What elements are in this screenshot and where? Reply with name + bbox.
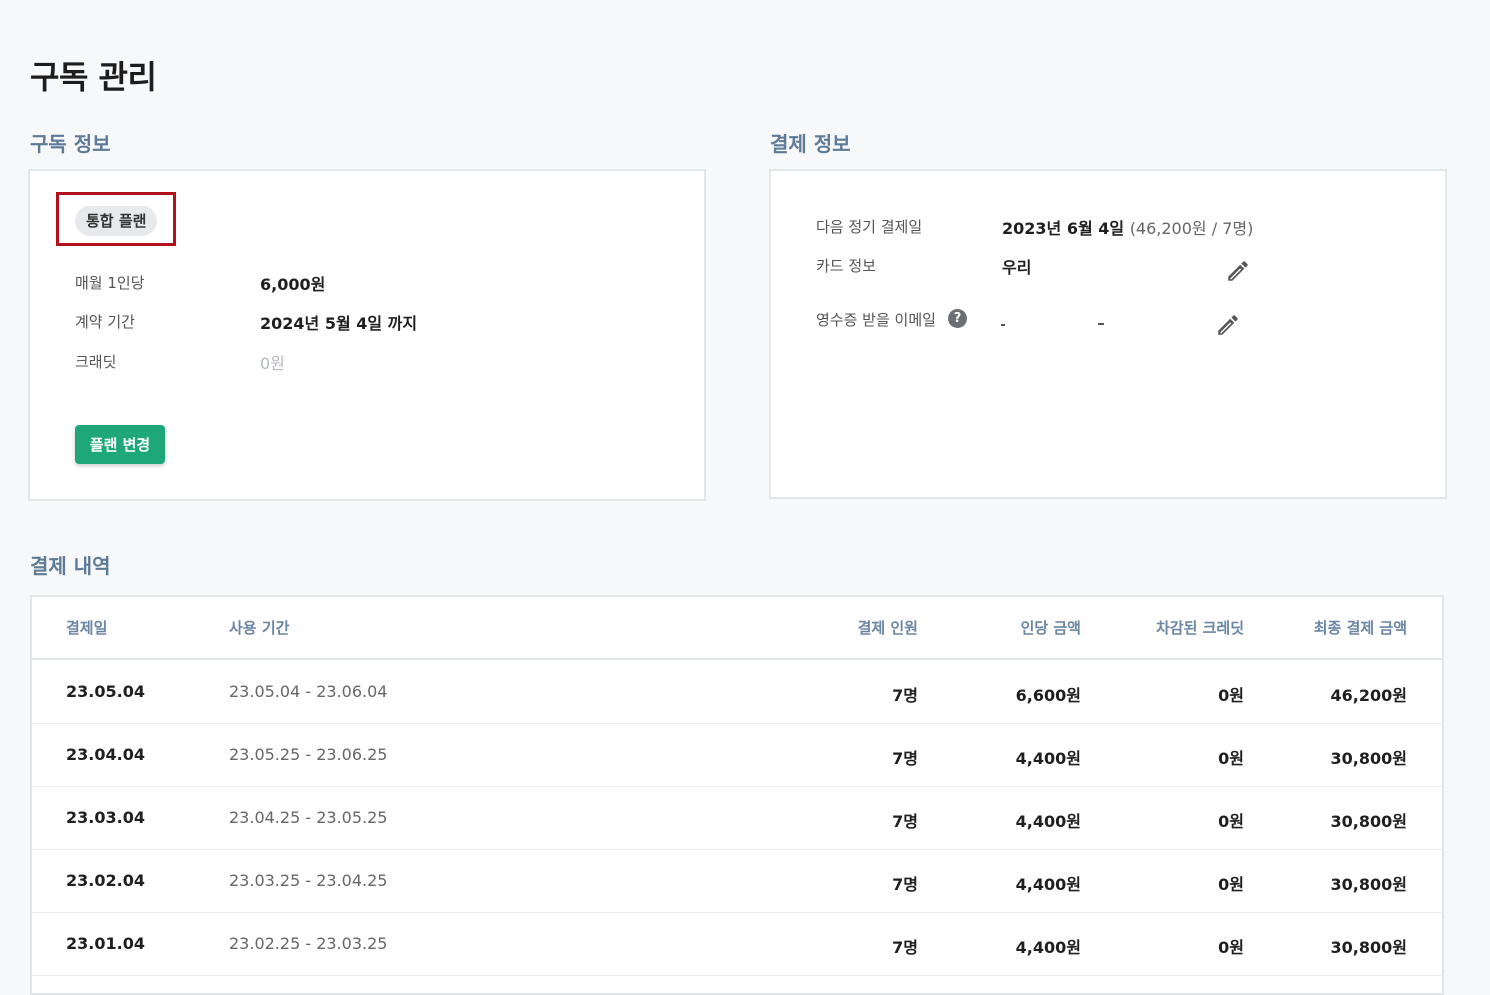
row-usage-period: 23.05.25 - 23.06.25 (229, 745, 388, 764)
contract-period-value: 2024년 5월 4일 까지 (260, 314, 418, 333)
row-headcount: 7명 (892, 812, 918, 831)
row-deducted-credit: 0원 (1218, 938, 1244, 957)
page-title: 구독 관리 (30, 58, 157, 96)
row-usage-period: 23.02.25 - 23.03.25 (229, 934, 388, 953)
credit-label: 크래딧 (75, 353, 117, 371)
history-section-title: 결제 내역 (30, 554, 111, 578)
row-headcount: 7명 (892, 875, 918, 894)
next-payment-label: 다음 정기 결제일 (816, 218, 923, 236)
row-usage-period: 23.03.25 - 23.04.25 (229, 871, 388, 890)
row-headcount: 7명 (892, 686, 918, 705)
row-payment-date: 23.05.04 (66, 682, 145, 701)
help-icon[interactable]: ? (948, 309, 967, 328)
monthly-per-person-label: 매월 1인당 (75, 274, 145, 292)
column-header-headcount: 결제 인원 (857, 619, 918, 637)
row-per-person-amount: 4,400원 (1015, 938, 1081, 957)
plan-badge: 통합 플랜 (75, 206, 158, 236)
row-headcount: 7명 (892, 938, 918, 957)
row-deducted-credit: 0원 (1218, 875, 1244, 894)
row-divider (32, 786, 1442, 787)
row-final-amount: 30,800원 (1330, 812, 1407, 831)
column-header-per-person-amount: 인당 금액 (1020, 619, 1081, 637)
column-header-usage-period: 사용 기간 (229, 619, 290, 637)
row-headcount: 7명 (892, 749, 918, 768)
row-divider (32, 975, 1442, 976)
row-per-person-amount: 4,400원 (1015, 749, 1081, 768)
row-divider (32, 849, 1442, 850)
receipt-email-label: 영수증 받을 이메일 (816, 311, 936, 329)
row-usage-period: 23.05.04 - 23.06.04 (229, 682, 388, 701)
payment-section-title: 결제 정보 (770, 132, 851, 156)
change-plan-button[interactable]: 플랜 변경 (75, 425, 165, 464)
subscription-section-title: 구독 정보 (30, 132, 111, 156)
row-deducted-credit: 0원 (1218, 749, 1244, 768)
email-redacted-mark (1001, 324, 1005, 326)
column-header-deducted-credit: 차감된 크레딧 (1155, 619, 1244, 637)
row-final-amount: 46,200원 (1330, 686, 1407, 705)
row-per-person-amount: 4,400원 (1015, 812, 1081, 831)
row-divider (32, 723, 1442, 724)
card-info-value: 우리 (1002, 258, 1032, 277)
next-payment-value: 2023년 6월 4일 (46,200원 / 7명) (1002, 215, 1253, 239)
credit-value: 0원 (260, 354, 285, 373)
row-divider (32, 912, 1442, 913)
row-final-amount: 30,800원 (1330, 938, 1407, 957)
row-deducted-credit: 0원 (1218, 686, 1244, 705)
row-deducted-credit: 0원 (1218, 812, 1244, 831)
column-header-final-amount: 최종 결제 금액 (1313, 619, 1407, 637)
row-per-person-amount: 6,600원 (1015, 686, 1081, 705)
column-header-payment-date: 결제일 (66, 619, 108, 637)
row-payment-date: 23.04.04 (66, 745, 145, 764)
row-payment-date: 23.03.04 (66, 808, 145, 827)
card-info-label: 카드 정보 (816, 257, 876, 275)
row-per-person-amount: 4,400원 (1015, 875, 1081, 894)
row-final-amount: 30,800원 (1330, 749, 1407, 768)
row-payment-date: 23.01.04 (66, 934, 145, 953)
contract-period-label: 계약 기간 (75, 313, 135, 331)
next-payment-summary: (46,200원 / 7명) (1129, 219, 1254, 238)
next-payment-date: 2023년 6월 4일 (1002, 219, 1125, 238)
row-final-amount: 30,800원 (1330, 875, 1407, 894)
row-usage-period: 23.04.25 - 23.05.25 (229, 808, 388, 827)
email-redacted-mark (1098, 323, 1104, 325)
row-payment-date: 23.02.04 (66, 871, 145, 890)
pencil-icon[interactable] (1215, 312, 1241, 338)
table-header-divider (32, 658, 1442, 660)
monthly-per-person-value: 6,000원 (260, 275, 326, 294)
pencil-icon[interactable] (1225, 258, 1251, 284)
